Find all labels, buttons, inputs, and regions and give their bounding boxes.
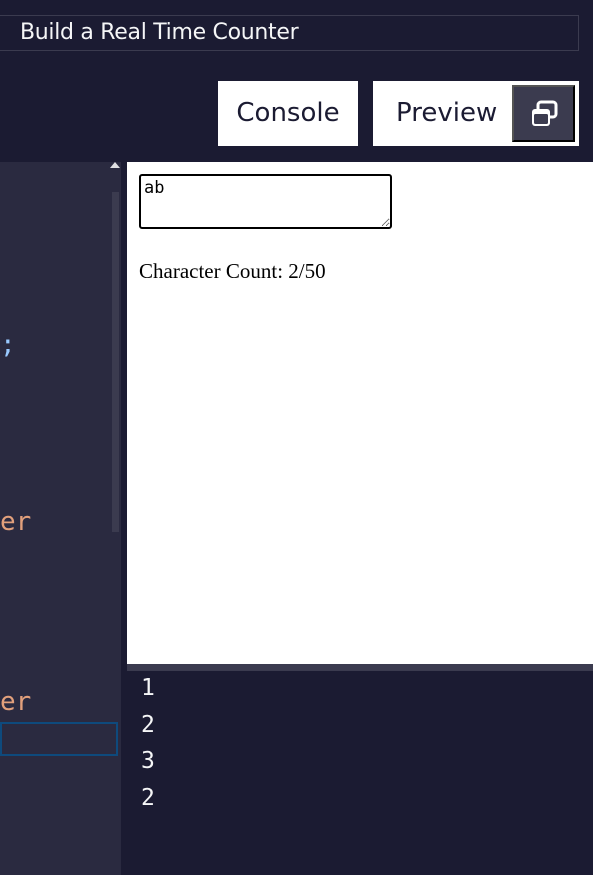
text-input[interactable] <box>139 174 392 229</box>
editor-scroll-up-arrow[interactable] <box>110 162 120 168</box>
editor-scrollbar[interactable] <box>112 192 119 532</box>
preview-console-splitter[interactable] <box>127 664 593 671</box>
popout-window-icon <box>531 100 557 126</box>
code-fragment-er-2[interactable]: er <box>0 687 31 717</box>
console-line: 2 <box>141 712 155 738</box>
preview-tab[interactable]: Preview <box>373 81 579 146</box>
code-fragment-semicolon[interactable]: ; <box>0 330 16 360</box>
console-line: 2 <box>141 785 155 811</box>
console-line: 1 <box>141 675 155 701</box>
editor-current-line-highlight <box>0 722 118 756</box>
console-tab[interactable]: Console <box>218 81 358 146</box>
console-line: 3 <box>141 748 155 774</box>
code-fragment-er-1[interactable]: er <box>0 507 31 537</box>
char-count: Character Count: 2/50 <box>139 259 326 283</box>
code-editor[interactable]: ; er er <box>0 162 121 875</box>
app-window: Build a Real Time Counter Console Previe… <box>0 0 593 875</box>
preview-tab-label: Preview <box>396 98 498 128</box>
challenge-title: Build a Real Time Counter <box>0 15 579 51</box>
preview-frame: Character Count: 2/50 <box>127 162 593 664</box>
popout-preview-button[interactable] <box>512 85 575 142</box>
console-output: 1 2 3 2 <box>127 671 593 875</box>
